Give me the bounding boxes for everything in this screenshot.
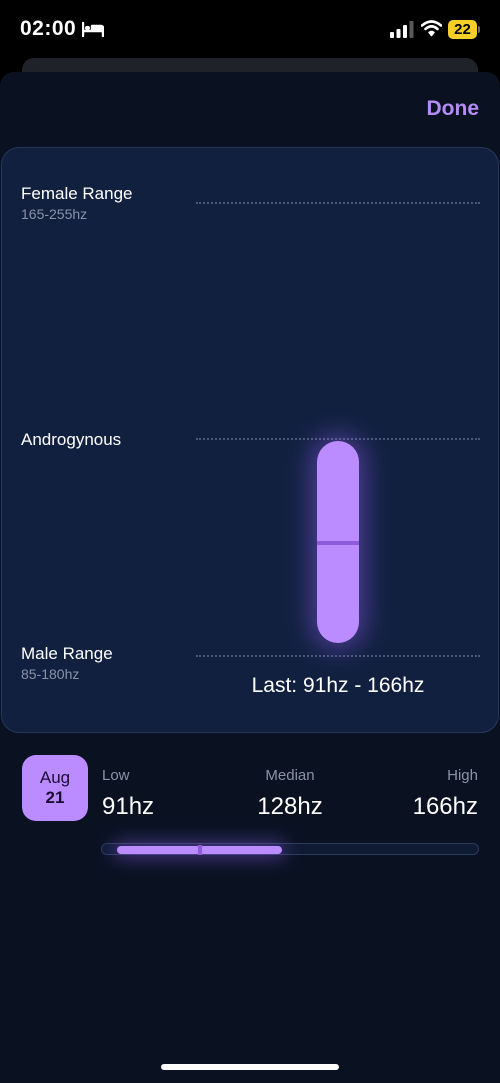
status-bar: 02:00 22 xyxy=(0,0,500,62)
status-time: 02:00 xyxy=(20,17,77,40)
battery-icon: 22 xyxy=(448,20,480,39)
date-day: 21 xyxy=(45,788,65,807)
battery-level: 22 xyxy=(454,21,471,38)
high-value: 166hz xyxy=(412,793,478,820)
battery-cap xyxy=(478,26,480,33)
last-range-label: Last: 91hz - 166hz xyxy=(251,674,425,697)
male-range-hz: 85-180hz xyxy=(21,666,80,682)
range-track xyxy=(101,843,479,855)
female-range-label: Female Range xyxy=(21,184,133,203)
androgynous-label: Androgynous xyxy=(21,430,122,449)
median-label: Median xyxy=(265,767,315,784)
male-range-label: Male Range xyxy=(21,644,113,663)
male-range-line xyxy=(196,655,480,657)
screen: 02:00 22 Done Female Range 165-255hz And… xyxy=(0,0,500,1083)
median-marker xyxy=(317,541,359,546)
bed-icon xyxy=(82,21,104,37)
female-range-line xyxy=(196,202,480,204)
date-badge[interactable]: Aug 21 xyxy=(22,755,88,821)
home-indicator[interactable] xyxy=(161,1064,339,1070)
androgynous-line xyxy=(196,438,480,440)
low-label: Low xyxy=(102,767,130,784)
high-label: High xyxy=(447,767,478,784)
female-range-hz: 165-255hz xyxy=(21,206,88,222)
signal-icon xyxy=(390,21,414,38)
battery-body: 22 xyxy=(448,20,477,39)
done-button[interactable]: Done xyxy=(427,97,480,121)
median-value: 128hz xyxy=(257,793,323,820)
range-track-median xyxy=(197,845,202,855)
range-bar-group xyxy=(317,441,359,643)
low-value: 91hz xyxy=(102,793,155,820)
wifi-icon xyxy=(421,20,442,37)
date-month: Aug xyxy=(39,768,71,787)
